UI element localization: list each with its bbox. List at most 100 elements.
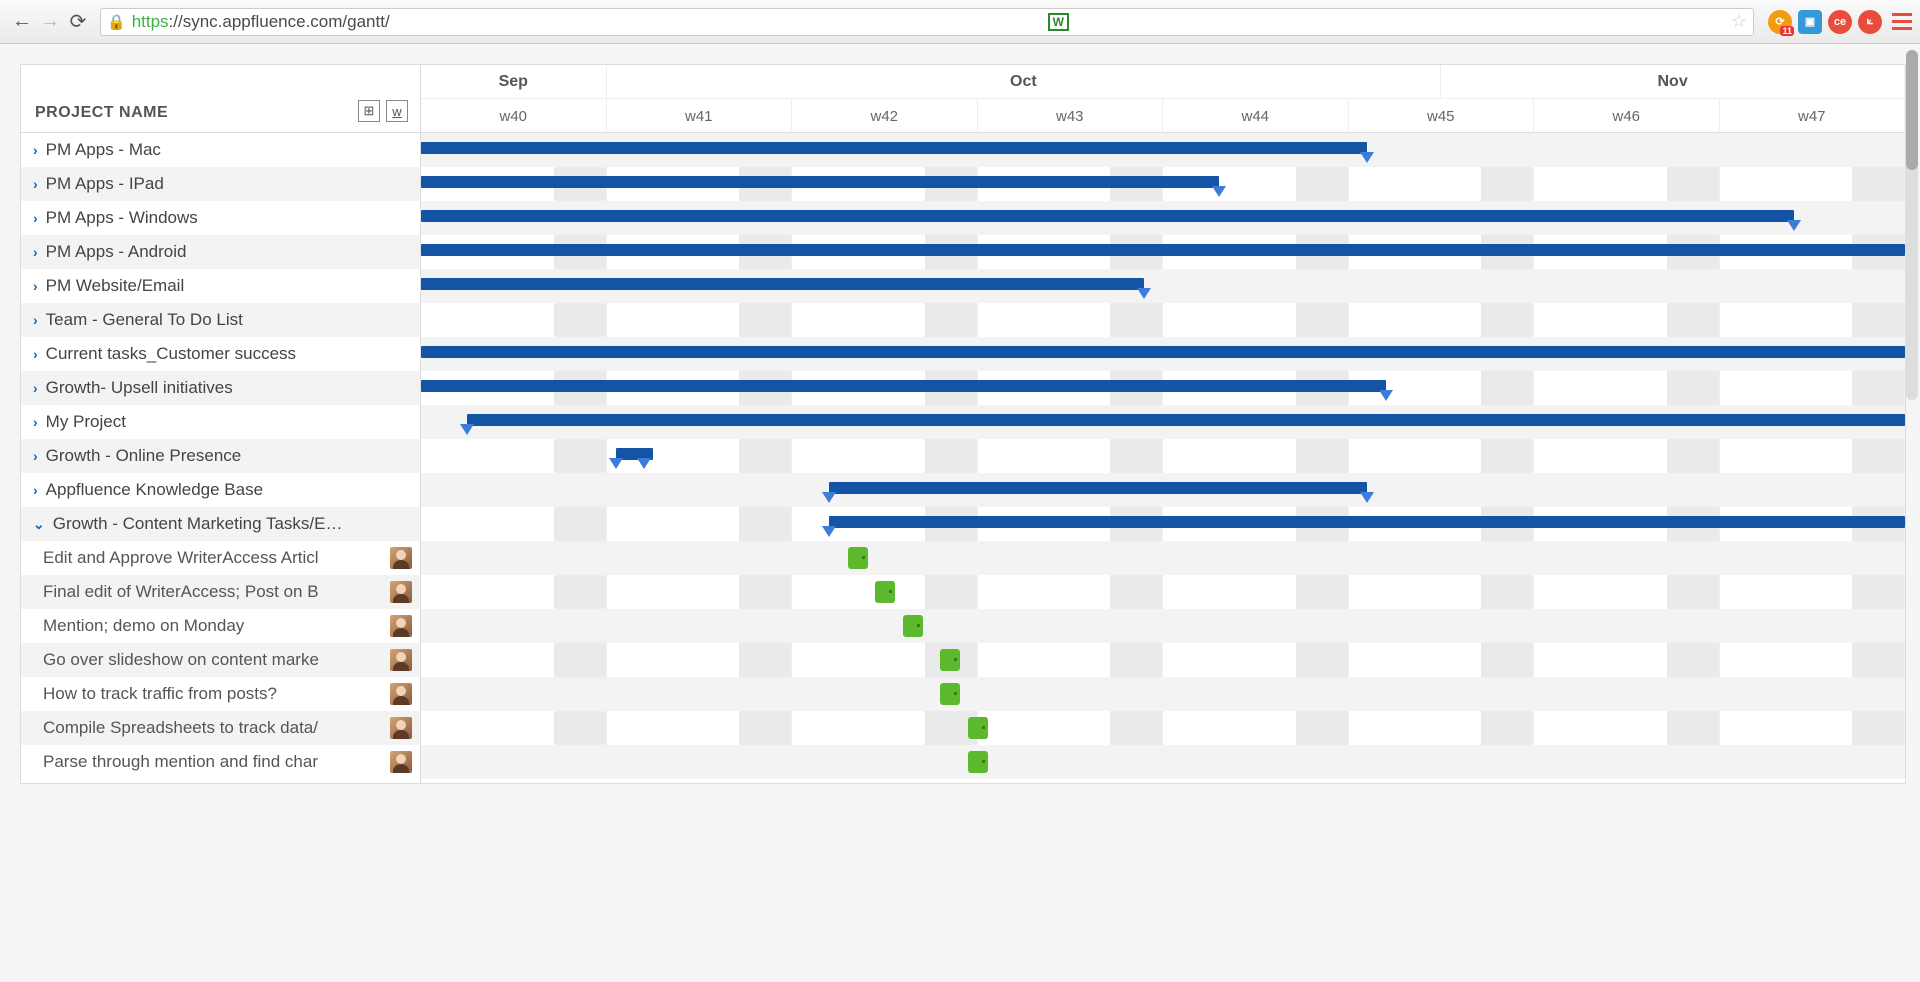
task-label: Go over slideshow on content marke [43, 650, 319, 670]
task-row[interactable]: Go over slideshow on content marke [21, 643, 420, 677]
url-text: ://sync.appfluence.com/gantt/ [169, 12, 390, 32]
browser-toolbar: ← → ⟳ 🔒 https ://sync.appfluence.com/gan… [0, 0, 1920, 44]
gantt-row [421, 439, 1905, 473]
chevron-right-icon[interactable]: › [33, 210, 38, 226]
timeline-area[interactable]: SepOctNov w40w41w42w43w44w45w46w47 [421, 65, 1905, 783]
back-button[interactable]: ← [8, 8, 36, 36]
chevron-right-icon[interactable]: › [33, 278, 38, 294]
gantt-marker[interactable] [1212, 186, 1226, 197]
gantt-row [421, 405, 1905, 439]
gantt-row [421, 337, 1905, 371]
page-scrollbar[interactable] [1906, 50, 1918, 400]
gantt-marker[interactable] [460, 424, 474, 435]
task-row[interactable]: How to track traffic from posts? [21, 677, 420, 711]
gantt-marker[interactable] [822, 492, 836, 503]
extension-icon-1[interactable]: ⟳ [1768, 10, 1792, 34]
assignee-avatar[interactable] [390, 581, 412, 603]
gantt-task-bar[interactable] [940, 649, 960, 671]
gantt-task-bar[interactable] [848, 547, 868, 569]
gantt-marker[interactable] [1360, 152, 1374, 163]
project-row[interactable]: › Growth - Online Presence [21, 439, 420, 473]
extension-icon-2[interactable]: ▣ [1798, 10, 1822, 34]
bookmark-star-icon[interactable]: ☆ [1731, 11, 1747, 32]
gantt-row [421, 201, 1905, 235]
gantt-row [421, 303, 1905, 337]
project-row[interactable]: ›PM Apps - IPad [21, 167, 420, 201]
project-row[interactable]: ›Growth- Upsell initiatives [21, 371, 420, 405]
project-row[interactable]: ›PM Website/Email [21, 269, 420, 303]
gantt-marker[interactable] [1379, 390, 1393, 401]
gantt-marker[interactable] [609, 458, 623, 469]
week-header: w45 [1349, 99, 1535, 133]
gantt-bar[interactable] [421, 244, 1905, 256]
project-row[interactable]: ›Current tasks_Customer success [21, 337, 420, 371]
gantt-marker[interactable] [1137, 288, 1151, 299]
gantt-marker[interactable] [637, 458, 651, 469]
address-bar[interactable]: 🔒 https ://sync.appfluence.com/gantt/ W … [100, 8, 1754, 36]
norton-icon[interactable]: W [1048, 13, 1069, 31]
gantt-bar[interactable] [421, 380, 1386, 392]
project-row[interactable]: › PM Apps - Mac [21, 133, 420, 167]
project-row[interactable]: ›My Project [21, 405, 420, 439]
task-row[interactable]: Compile Spreadsheets to track data/ [21, 711, 420, 745]
gantt-bar[interactable] [421, 210, 1794, 222]
assignee-avatar[interactable] [390, 547, 412, 569]
project-row[interactable]: ⌄Growth - Content Marketing Tasks/E… [21, 507, 420, 541]
chevron-down-icon[interactable]: ⌄ [33, 516, 45, 533]
assignee-avatar[interactable] [390, 717, 412, 739]
gantt-bar[interactable] [421, 176, 1219, 188]
gantt-task-bar[interactable] [968, 717, 988, 739]
chevron-right-icon[interactable]: › [33, 380, 38, 396]
assignee-avatar[interactable] [390, 683, 412, 705]
chevron-right-icon[interactable]: › [33, 312, 38, 328]
month-header: Nov [1441, 65, 1905, 98]
gantt-bar[interactable] [421, 142, 1367, 154]
add-project-icon[interactable]: ⊞ [358, 100, 380, 122]
chevron-right-icon[interactable]: › [33, 346, 38, 362]
project-row[interactable]: ›PM Apps - Windows [21, 201, 420, 235]
gantt-marker[interactable] [1360, 492, 1374, 503]
export-word-icon[interactable]: w [386, 100, 408, 122]
gantt-task-bar[interactable] [940, 683, 960, 705]
chrome-menu-icon[interactable] [1892, 13, 1912, 30]
reload-button[interactable]: ⟳ [64, 8, 92, 36]
gantt-bar[interactable] [421, 278, 1144, 290]
project-row[interactable]: ›Appfluence Knowledge Base [21, 473, 420, 507]
week-header: w47 [1720, 99, 1906, 133]
gantt-bar[interactable] [829, 516, 1905, 528]
gantt-marker[interactable] [822, 526, 836, 537]
task-row[interactable]: Edit and Approve WriterAccess Articl [21, 541, 420, 575]
extension-icon-3[interactable]: ce [1828, 10, 1852, 34]
chevron-right-icon[interactable]: › [33, 482, 38, 498]
gantt-row [421, 575, 1905, 609]
task-row[interactable]: Mention; demo on Monday [21, 609, 420, 643]
chevron-right-icon[interactable]: › [33, 142, 38, 158]
chevron-right-icon[interactable]: › [33, 244, 38, 260]
assignee-avatar[interactable] [390, 615, 412, 637]
project-label: PM Apps - Mac [46, 140, 161, 160]
gantt-bar[interactable] [421, 346, 1905, 358]
sidebar-header-label: PROJECT NAME [35, 104, 168, 122]
assignee-avatar[interactable] [390, 649, 412, 671]
gantt-marker[interactable] [1787, 220, 1801, 231]
stumbleupon-icon[interactable]: ⟀ [1858, 10, 1882, 34]
chevron-right-icon[interactable]: › [33, 448, 38, 464]
gantt-row [421, 677, 1905, 711]
task-row[interactable]: Parse through mention and find char [21, 745, 420, 779]
task-label: Mention; demo on Monday [43, 616, 244, 636]
project-label: Growth - Online Presence [46, 446, 242, 466]
gantt-task-bar[interactable] [903, 615, 923, 637]
chevron-right-icon[interactable]: › [33, 176, 38, 192]
project-row[interactable]: ›Team - General To Do List [21, 303, 420, 337]
task-row[interactable]: Final edit of WriterAccess; Post on B [21, 575, 420, 609]
assignee-avatar[interactable] [390, 751, 412, 773]
forward-button[interactable]: → [36, 8, 64, 36]
gantt-bar[interactable] [467, 414, 1905, 426]
project-row[interactable]: ›PM Apps - Android [21, 235, 420, 269]
gantt-task-bar[interactable] [968, 751, 988, 773]
gantt-bar[interactable] [829, 482, 1367, 494]
chevron-right-icon[interactable]: › [33, 414, 38, 430]
week-header: w41 [607, 99, 793, 133]
month-header: Sep [421, 65, 607, 98]
gantt-task-bar[interactable] [875, 581, 895, 603]
